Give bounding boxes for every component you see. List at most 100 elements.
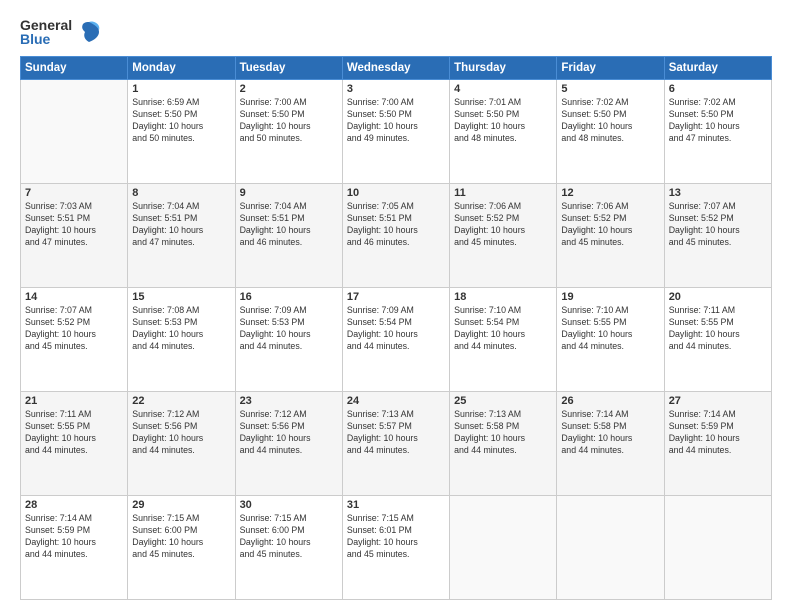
calendar-col-header: Friday (557, 57, 664, 80)
calendar: SundayMondayTuesdayWednesdayThursdayFrid… (20, 56, 772, 600)
calendar-col-header: Wednesday (342, 57, 449, 80)
cell-day-number: 1 (132, 83, 230, 95)
cell-day-number: 16 (240, 291, 338, 303)
cell-day-number: 6 (669, 83, 767, 95)
cell-day-number: 19 (561, 291, 659, 303)
cell-day-number: 22 (132, 395, 230, 407)
cell-info: Sunrise: 6:59 AM Sunset: 5:50 PM Dayligh… (132, 97, 230, 145)
calendar-cell: 23 Sunrise: 7:12 AM Sunset: 5:56 PM Dayli… (235, 392, 342, 496)
cell-day-number: 23 (240, 395, 338, 407)
cell-info: Sunrise: 7:10 AM Sunset: 5:55 PM Dayligh… (561, 305, 659, 353)
calendar-cell: 5Sunrise: 7:02 AM Sunset: 5:50 PM Daylig… (557, 80, 664, 184)
calendar-week-row: 21 Sunrise: 7:11 AM Sunset: 5:55 PM Dayli… (21, 392, 772, 496)
calendar-cell: 24Sunrise: 7:13 AM Sunset: 5:57 PM Dayli… (342, 392, 449, 496)
calendar-cell: 20 Sunrise: 7:11 AM Sunset: 5:55 PM Dayli… (664, 288, 771, 392)
cell-info: Sunrise: 7:06 AM Sunset: 5:52 PM Dayligh… (454, 201, 552, 249)
calendar-cell (450, 496, 557, 600)
cell-info: Sunrise: 7:11 AM Sunset: 5:55 PM Dayligh… (25, 409, 123, 457)
calendar-cell: 31 Sunrise: 7:15 AM Sunset: 6:01 PM Dayli… (342, 496, 449, 600)
calendar-cell: 28 Sunrise: 7:14 AM Sunset: 5:59 PM Dayli… (21, 496, 128, 600)
cell-info: Sunrise: 7:09 AM Sunset: 5:54 PM Dayligh… (347, 305, 445, 353)
cell-day-number: 24 (347, 395, 445, 407)
cell-info: Sunrise: 7:00 AM Sunset: 5:50 PM Dayligh… (240, 97, 338, 145)
cell-info: Sunrise: 7:14 AM Sunset: 5:58 PM Dayligh… (561, 409, 659, 457)
calendar-cell: 16 Sunrise: 7:09 AM Sunset: 5:53 PM Dayli… (235, 288, 342, 392)
cell-info: Sunrise: 7:11 AM Sunset: 5:55 PM Dayligh… (669, 305, 767, 353)
calendar-cell: 7 Sunrise: 7:03 AM Sunset: 5:51 PM Daylig… (21, 184, 128, 288)
calendar-cell: 11 Sunrise: 7:06 AM Sunset: 5:52 PM Dayli… (450, 184, 557, 288)
cell-info: Sunrise: 7:04 AM Sunset: 5:51 PM Dayligh… (132, 201, 230, 249)
cell-day-number: 11 (454, 187, 552, 199)
logo-general-text: General (20, 18, 72, 32)
calendar-cell: 2 Sunrise: 7:00 AM Sunset: 5:50 PM Daylig… (235, 80, 342, 184)
cell-info: Sunrise: 7:14 AM Sunset: 5:59 PM Dayligh… (669, 409, 767, 457)
logo: General Blue (20, 18, 103, 46)
calendar-cell: 29 Sunrise: 7:15 AM Sunset: 6:00 PM Dayli… (128, 496, 235, 600)
calendar-cell: 1 Sunrise: 6:59 AM Sunset: 5:50 PM Daylig… (128, 80, 235, 184)
cell-info: Sunrise: 7:08 AM Sunset: 5:53 PM Dayligh… (132, 305, 230, 353)
cell-day-number: 21 (25, 395, 123, 407)
calendar-cell: 9 Sunrise: 7:04 AM Sunset: 5:51 PM Daylig… (235, 184, 342, 288)
calendar-header-row: SundayMondayTuesdayWednesdayThursdayFrid… (21, 57, 772, 80)
logo-blue-text: Blue (20, 32, 50, 46)
cell-day-number: 13 (669, 187, 767, 199)
cell-day-number: 20 (669, 291, 767, 303)
calendar-col-header: Sunday (21, 57, 128, 80)
cell-day-number: 12 (561, 187, 659, 199)
calendar-cell: 19 Sunrise: 7:10 AM Sunset: 5:55 PM Dayli… (557, 288, 664, 392)
calendar-col-header: Saturday (664, 57, 771, 80)
page: General Blue SundayMondayTuesdayWednesda… (0, 0, 792, 612)
cell-info: Sunrise: 7:01 AM Sunset: 5:50 PM Dayligh… (454, 97, 552, 145)
calendar-cell: 8 Sunrise: 7:04 AM Sunset: 5:51 PM Daylig… (128, 184, 235, 288)
logo-bird-icon (75, 18, 103, 46)
calendar-cell: 18Sunrise: 7:10 AM Sunset: 5:54 PM Dayli… (450, 288, 557, 392)
cell-info: Sunrise: 7:04 AM Sunset: 5:51 PM Dayligh… (240, 201, 338, 249)
cell-day-number: 31 (347, 499, 445, 511)
cell-info: Sunrise: 7:09 AM Sunset: 5:53 PM Dayligh… (240, 305, 338, 353)
cell-info: Sunrise: 7:13 AM Sunset: 5:58 PM Dayligh… (454, 409, 552, 457)
calendar-cell: 22Sunrise: 7:12 AM Sunset: 5:56 PM Dayli… (128, 392, 235, 496)
calendar-cell: 25Sunrise: 7:13 AM Sunset: 5:58 PM Dayli… (450, 392, 557, 496)
cell-day-number: 7 (25, 187, 123, 199)
cell-day-number: 28 (25, 499, 123, 511)
calendar-cell (664, 496, 771, 600)
cell-day-number: 27 (669, 395, 767, 407)
calendar-week-row: 1 Sunrise: 6:59 AM Sunset: 5:50 PM Daylig… (21, 80, 772, 184)
cell-day-number: 18 (454, 291, 552, 303)
cell-day-number: 2 (240, 83, 338, 95)
cell-info: Sunrise: 7:15 AM Sunset: 6:01 PM Dayligh… (347, 513, 445, 561)
cell-info: Sunrise: 7:00 AM Sunset: 5:50 PM Dayligh… (347, 97, 445, 145)
cell-info: Sunrise: 7:12 AM Sunset: 5:56 PM Dayligh… (240, 409, 338, 457)
calendar-cell: 4Sunrise: 7:01 AM Sunset: 5:50 PM Daylig… (450, 80, 557, 184)
cell-day-number: 9 (240, 187, 338, 199)
calendar-col-header: Tuesday (235, 57, 342, 80)
cell-info: Sunrise: 7:06 AM Sunset: 5:52 PM Dayligh… (561, 201, 659, 249)
calendar-cell: 12 Sunrise: 7:06 AM Sunset: 5:52 PM Dayli… (557, 184, 664, 288)
cell-day-number: 26 (561, 395, 659, 407)
calendar-col-header: Monday (128, 57, 235, 80)
calendar-cell (21, 80, 128, 184)
cell-info: Sunrise: 7:02 AM Sunset: 5:50 PM Dayligh… (561, 97, 659, 145)
calendar-cell: 3 Sunrise: 7:00 AM Sunset: 5:50 PM Daylig… (342, 80, 449, 184)
calendar-cell: 21 Sunrise: 7:11 AM Sunset: 5:55 PM Dayli… (21, 392, 128, 496)
cell-day-number: 10 (347, 187, 445, 199)
calendar-week-row: 28 Sunrise: 7:14 AM Sunset: 5:59 PM Dayli… (21, 496, 772, 600)
cell-day-number: 15 (132, 291, 230, 303)
cell-info: Sunrise: 7:03 AM Sunset: 5:51 PM Dayligh… (25, 201, 123, 249)
calendar-cell: 13Sunrise: 7:07 AM Sunset: 5:52 PM Dayli… (664, 184, 771, 288)
calendar-cell (557, 496, 664, 600)
cell-info: Sunrise: 7:15 AM Sunset: 6:00 PM Dayligh… (132, 513, 230, 561)
calendar-week-row: 14Sunrise: 7:07 AM Sunset: 5:52 PM Dayli… (21, 288, 772, 392)
cell-day-number: 3 (347, 83, 445, 95)
cell-day-number: 17 (347, 291, 445, 303)
cell-info: Sunrise: 7:15 AM Sunset: 6:00 PM Dayligh… (240, 513, 338, 561)
cell-day-number: 29 (132, 499, 230, 511)
calendar-cell: 27 Sunrise: 7:14 AM Sunset: 5:59 PM Dayli… (664, 392, 771, 496)
cell-info: Sunrise: 7:14 AM Sunset: 5:59 PM Dayligh… (25, 513, 123, 561)
calendar-col-header: Thursday (450, 57, 557, 80)
cell-day-number: 8 (132, 187, 230, 199)
calendar-cell: 14Sunrise: 7:07 AM Sunset: 5:52 PM Dayli… (21, 288, 128, 392)
calendar-cell: 15 Sunrise: 7:08 AM Sunset: 5:53 PM Dayli… (128, 288, 235, 392)
calendar-cell: 17 Sunrise: 7:09 AM Sunset: 5:54 PM Dayli… (342, 288, 449, 392)
cell-info: Sunrise: 7:07 AM Sunset: 5:52 PM Dayligh… (25, 305, 123, 353)
